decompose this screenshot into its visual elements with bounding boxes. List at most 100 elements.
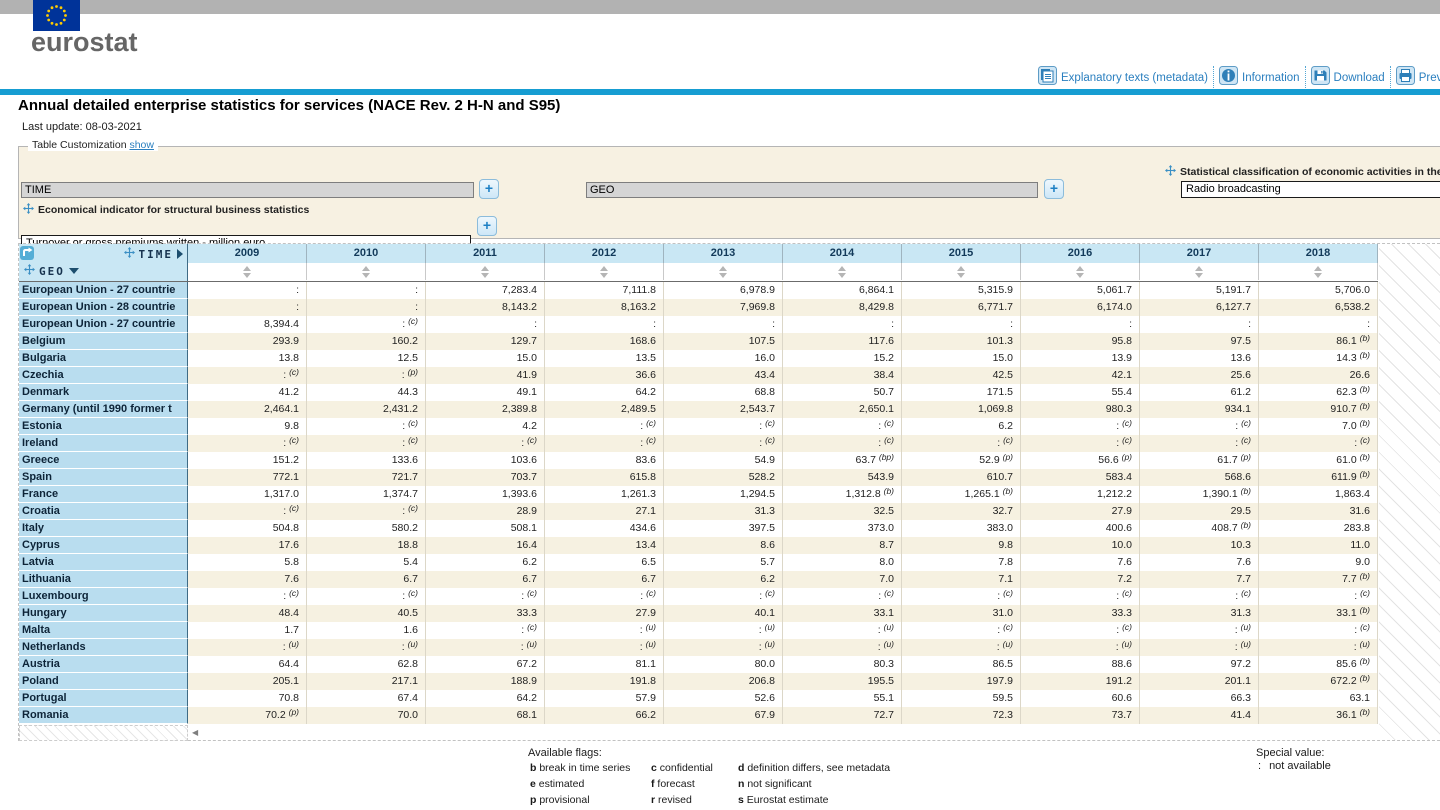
- geo-row-header[interactable]: Czechia: [19, 367, 188, 384]
- sort-control[interactable]: [1259, 263, 1378, 280]
- year-column-header[interactable]: 2011: [426, 244, 545, 263]
- year-column-header[interactable]: 2013: [664, 244, 783, 263]
- geo-row-header[interactable]: Italy: [19, 520, 188, 537]
- data-cell: 1,212.2: [1021, 486, 1140, 503]
- geo-row-header[interactable]: Portugal: [19, 690, 188, 707]
- data-cell: 293.9: [188, 333, 307, 350]
- geo-row-header[interactable]: European Union - 28 countrie: [19, 299, 188, 316]
- data-cell: : (c): [1259, 622, 1378, 639]
- sort-control[interactable]: [188, 263, 307, 280]
- flag-legend-item: p provisional: [530, 792, 630, 808]
- table-row: Latvia5.85.46.26.55.78.07.87.67.69.0: [19, 554, 1378, 571]
- data-cell: 12.5: [307, 350, 426, 367]
- geo-row-header[interactable]: Hungary: [19, 605, 188, 622]
- data-cell: 97.5: [1140, 333, 1259, 350]
- data-cell: 41.2: [188, 384, 307, 401]
- geo-row-header[interactable]: Netherlands: [19, 639, 188, 656]
- data-cell: : (c): [307, 503, 426, 520]
- data-cell: 6,538.2: [1259, 299, 1378, 316]
- geo-row-header[interactable]: Germany (until 1990 former t: [19, 401, 188, 418]
- year-column-header[interactable]: 2009: [188, 244, 307, 263]
- data-cell: 980.3: [1021, 401, 1140, 418]
- time-add-button[interactable]: +: [479, 179, 499, 199]
- data-cell: 1,312.8 (b): [783, 486, 902, 503]
- geo-row-header[interactable]: European Union - 27 countrie: [19, 282, 188, 299]
- table-row: Lithuania7.66.76.76.76.27.07.17.27.77.7 …: [19, 571, 1378, 588]
- sort-control[interactable]: [545, 263, 664, 280]
- geo-row-header[interactable]: Lithuania: [19, 571, 188, 588]
- table-row: Portugal70.867.464.257.952.655.159.560.6…: [19, 690, 1378, 707]
- indicator-add-button[interactable]: +: [477, 216, 497, 236]
- data-cell: 528.2: [664, 469, 783, 486]
- geo-row-header[interactable]: France: [19, 486, 188, 503]
- geo-row-header[interactable]: Luxembourg: [19, 588, 188, 605]
- flag-legend-item: c confidential: [651, 760, 713, 776]
- top-gray-band: [0, 0, 1440, 14]
- data-cell: 80.0: [664, 656, 783, 673]
- year-column-header[interactable]: 2014: [783, 244, 902, 263]
- move-icon[interactable]: [24, 264, 35, 278]
- sort-control[interactable]: [307, 263, 426, 280]
- year-column-header[interactable]: 2018: [1259, 244, 1378, 263]
- time-dimension-bar[interactable]: TIME: [21, 182, 474, 198]
- data-cell: 88.6: [1021, 656, 1140, 673]
- data-cell: 32.7: [902, 503, 1021, 520]
- geo-row-header[interactable]: Cyprus: [19, 537, 188, 554]
- geo-row-header[interactable]: Greece: [19, 452, 188, 469]
- preview-button[interactable]: Prev: [1391, 66, 1440, 90]
- geo-row-header[interactable]: European Union - 27 countrie: [19, 316, 188, 333]
- data-cell: 66.3: [1140, 690, 1259, 707]
- year-column-header[interactable]: 2015: [902, 244, 1021, 263]
- year-header-row: 2009201020112012201320142015201620172018: [188, 244, 1378, 263]
- geo-row-header[interactable]: Belgium: [19, 333, 188, 350]
- table-row: European Union - 27 countrie::7,283.47,1…: [19, 282, 1378, 299]
- expand-table-icon[interactable]: [20, 246, 34, 265]
- nace-select[interactable]: Radio broadcasting: [1181, 181, 1440, 198]
- year-column-header[interactable]: 2016: [1021, 244, 1140, 263]
- data-cell: 9.8: [902, 537, 1021, 554]
- move-icon[interactable]: [23, 203, 34, 217]
- year-column-header[interactable]: 2017: [1140, 244, 1259, 263]
- geo-row-header[interactable]: Malta: [19, 622, 188, 639]
- geo-row-header[interactable]: Denmark: [19, 384, 188, 401]
- year-column-header[interactable]: 2012: [545, 244, 664, 263]
- geo-row-header[interactable]: Austria: [19, 656, 188, 673]
- explanatory-texts-button[interactable]: Explanatory texts (metadata): [1033, 66, 1213, 90]
- data-cell: 8,163.2: [545, 299, 664, 316]
- geo-row-header[interactable]: Spain: [19, 469, 188, 486]
- data-cell: 27.1: [545, 503, 664, 520]
- geo-axis-header[interactable]: GEO: [24, 264, 79, 278]
- geo-row-header[interactable]: Romania: [19, 707, 188, 724]
- sort-control[interactable]: [426, 263, 545, 280]
- show-link[interactable]: show: [129, 139, 154, 151]
- sort-control[interactable]: [1021, 263, 1140, 280]
- data-cell: 133.6: [307, 452, 426, 469]
- table-row: European Union - 27 countrie8,394.4: (c)…: [19, 316, 1378, 333]
- move-icon[interactable]: [124, 247, 135, 261]
- flag-legend-column: d definition differs, see metadatan not …: [738, 760, 890, 808]
- data-cell: 5,061.7: [1021, 282, 1140, 299]
- geo-row-header[interactable]: Bulgaria: [19, 350, 188, 367]
- data-cell: 31.6: [1259, 503, 1378, 520]
- geo-row-header[interactable]: Latvia: [19, 554, 188, 571]
- data-cell: 6.7: [545, 571, 664, 588]
- data-cell: 672.2 (b): [1259, 673, 1378, 690]
- time-axis-header[interactable]: TIME: [124, 247, 184, 261]
- sort-control[interactable]: [902, 263, 1021, 280]
- sort-control[interactable]: [783, 263, 902, 280]
- data-cell: 64.2: [426, 690, 545, 707]
- geo-row-header[interactable]: Estonia: [19, 418, 188, 435]
- data-cell: :: [902, 316, 1021, 333]
- year-column-header[interactable]: 2010: [307, 244, 426, 263]
- geo-row-header[interactable]: Croatia: [19, 503, 188, 520]
- sort-control[interactable]: [1140, 263, 1259, 280]
- geo-add-button[interactable]: +: [1044, 179, 1064, 199]
- geo-row-header[interactable]: Ireland: [19, 435, 188, 452]
- download-button[interactable]: Download: [1306, 66, 1390, 90]
- information-button[interactable]: Information: [1214, 66, 1305, 90]
- scroll-left-arrow-icon[interactable]: ◀: [192, 728, 198, 737]
- geo-row-header[interactable]: Poland: [19, 673, 188, 690]
- move-icon[interactable]: [1165, 165, 1176, 179]
- geo-dimension-bar[interactable]: GEO: [586, 182, 1038, 198]
- sort-control[interactable]: [664, 263, 783, 280]
